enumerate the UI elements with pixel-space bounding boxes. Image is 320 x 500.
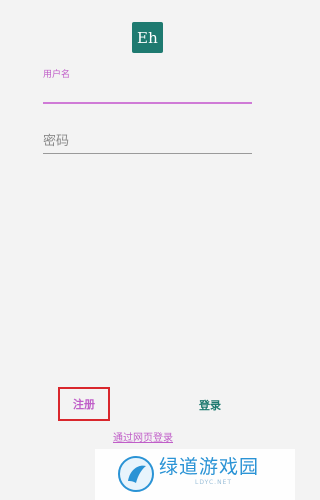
watermark-logo-icon [118, 456, 154, 492]
username-input[interactable] [43, 80, 252, 104]
web-login-link[interactable]: 通过网页登录 [113, 429, 173, 444]
watermark-subtitle: LDYC.NET [195, 479, 233, 486]
username-label: 用户名 [43, 70, 71, 80]
watermark-title: 绿道游戏园 [159, 456, 260, 478]
password-input[interactable] [43, 130, 252, 154]
app-logo: Eh [132, 22, 163, 53]
watermark: 绿道游戏园 LDYC.NET [95, 449, 295, 500]
login-button[interactable]: 登录 [188, 393, 232, 417]
register-button[interactable]: 注册 [58, 387, 110, 421]
